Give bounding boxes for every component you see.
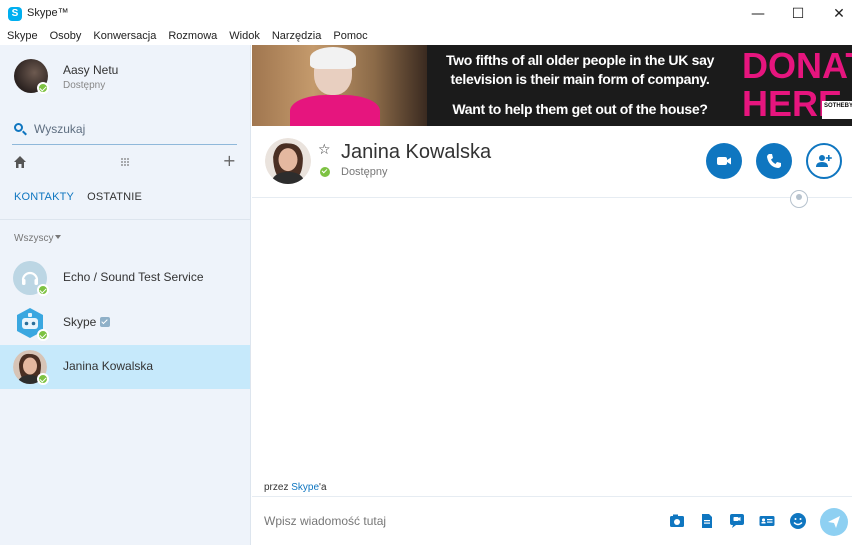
favorite-star-icon[interactable]: ☆ bbox=[318, 142, 331, 158]
sponsor-logo: SOTHEBY'S NEWS bbox=[822, 101, 852, 119]
byline-prefix: przez bbox=[264, 482, 292, 493]
byline: przez Skype'a bbox=[264, 482, 327, 493]
send-contact-icon[interactable] bbox=[758, 512, 776, 530]
menu-osoby[interactable]: Osoby bbox=[50, 28, 82, 45]
maximize-button[interactable]: ☐ bbox=[778, 0, 818, 28]
verified-icon bbox=[100, 317, 111, 327]
tabs-divider bbox=[0, 219, 250, 220]
window-title: Skype™ bbox=[27, 7, 69, 19]
contact-name-text: Skype bbox=[63, 315, 97, 329]
contact-item-echo[interactable]: Echo / Sound Test Service bbox=[0, 256, 250, 300]
close-button[interactable]: ✕ bbox=[819, 0, 852, 28]
send-arrow-icon bbox=[828, 516, 840, 528]
contact-name: Skype bbox=[63, 315, 111, 329]
menu-rozmowa[interactable]: Rozmowa bbox=[168, 28, 217, 45]
tab-contacts[interactable]: KONTAKTY bbox=[14, 191, 74, 203]
minimize-button[interactable]: — bbox=[738, 0, 778, 28]
ad-banner[interactable]: Two fifths of all older people in the UK… bbox=[252, 45, 852, 126]
video-message-icon[interactable] bbox=[728, 512, 746, 530]
banner-text-line3: Want to help them get out of the house? bbox=[452, 101, 708, 117]
add-person-icon bbox=[816, 155, 832, 167]
presence-online-icon bbox=[37, 284, 49, 296]
dialpad-icon[interactable] bbox=[120, 157, 130, 167]
chevron-down-icon bbox=[55, 235, 62, 239]
banner-text-line1: Two fifths of all older people in the UK… bbox=[445, 52, 715, 68]
contact-tabs: KONTAKTY OSTATNIE bbox=[14, 191, 155, 203]
search-icon bbox=[14, 123, 23, 132]
banner-text-line2: television is their main form of company… bbox=[450, 71, 710, 87]
add-icon[interactable]: + bbox=[223, 153, 236, 169]
skype-link[interactable]: Skype bbox=[291, 482, 319, 493]
message-input[interactable] bbox=[264, 511, 644, 531]
video-camera-icon bbox=[717, 157, 731, 165]
sidebar: Aasy Netu Dostępny + KONTAKTY OSTATNIE W… bbox=[0, 45, 251, 545]
add-people-button[interactable] bbox=[806, 143, 842, 179]
banner-photo bbox=[252, 45, 427, 126]
menu-bar: Skype Osoby Konwersacja Rozmowa Widok Na… bbox=[0, 28, 852, 45]
audio-call-button[interactable] bbox=[756, 143, 792, 179]
send-button[interactable] bbox=[820, 508, 848, 536]
tab-recent[interactable]: OSTATNIE bbox=[87, 191, 142, 203]
send-file-icon[interactable] bbox=[698, 512, 716, 530]
conversation-pane: Two fifths of all older people in the UK… bbox=[252, 45, 852, 545]
menu-narzedzia[interactable]: Narzędzia bbox=[272, 28, 322, 45]
contacts-filter-dropdown[interactable]: Wszyscy bbox=[14, 233, 62, 244]
search-box bbox=[12, 115, 237, 145]
menu-widok[interactable]: Widok bbox=[229, 28, 260, 45]
contact-item-janina-kowalska[interactable]: Janina Kowalska bbox=[0, 345, 250, 389]
presence-online-icon bbox=[37, 329, 49, 341]
emoticon-icon[interactable] bbox=[789, 512, 807, 530]
contact-name: Echo / Sound Test Service bbox=[63, 270, 204, 284]
filter-label: Wszyscy bbox=[14, 233, 54, 244]
conversation-header: ☆ Janina Kowalska Dostępny bbox=[252, 126, 852, 198]
profile-card[interactable]: Aasy Netu Dostępny bbox=[12, 57, 242, 97]
title-bar: S Skype™ — ☐ ✕ bbox=[0, 0, 852, 28]
profile-name: Aasy Netu bbox=[63, 63, 119, 77]
profile-status[interactable]: Dostępny bbox=[63, 80, 105, 91]
byline-suffix: 'a bbox=[319, 482, 327, 493]
send-photo-icon[interactable] bbox=[668, 512, 686, 530]
menu-konwersacja[interactable]: Konwersacja bbox=[93, 28, 156, 45]
presence-online-icon bbox=[37, 82, 49, 94]
phone-icon bbox=[767, 154, 781, 168]
avatar[interactable] bbox=[265, 138, 311, 184]
search-input[interactable] bbox=[34, 119, 234, 139]
banner-donate-text: DONATE bbox=[742, 45, 852, 86]
presence-online-icon bbox=[320, 167, 330, 177]
video-call-button[interactable] bbox=[706, 143, 742, 179]
conversation-status: Dostępny bbox=[341, 166, 388, 178]
contact-item-skype[interactable]: Skype bbox=[0, 301, 250, 345]
presence-online-icon bbox=[37, 373, 49, 385]
menu-skype[interactable]: Skype bbox=[7, 28, 38, 45]
contact-name: Janina Kowalska bbox=[63, 359, 154, 373]
sidebar-toolbar: + bbox=[12, 151, 240, 173]
home-icon[interactable] bbox=[14, 156, 26, 168]
participant-icon[interactable] bbox=[790, 190, 808, 208]
conversation-title: Janina Kowalska bbox=[341, 141, 492, 163]
menu-pomoc[interactable]: Pomoc bbox=[333, 28, 367, 45]
compose-bar bbox=[252, 496, 852, 545]
skype-logo-icon: S bbox=[8, 7, 22, 21]
